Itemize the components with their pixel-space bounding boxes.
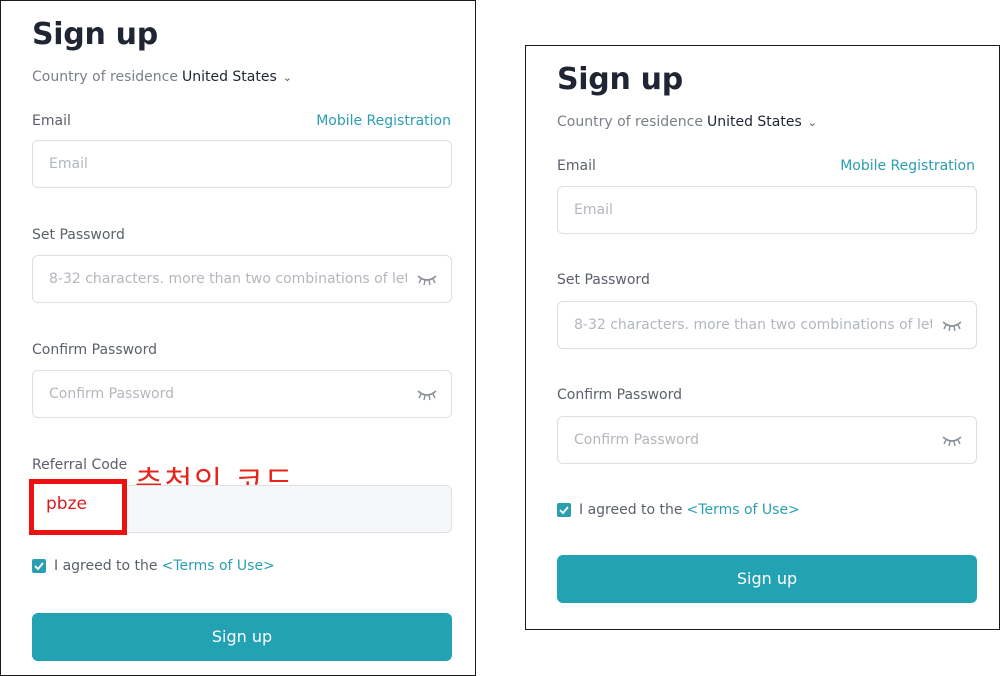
email-placeholder: Email — [49, 156, 88, 172]
email-input[interactable]: Email — [32, 140, 452, 188]
password-input[interactable]: 8-32 characters. more than two combinati… — [32, 255, 452, 303]
mobile-registration-link[interactable]: Mobile Registration — [316, 113, 451, 129]
confirm-password-placeholder: Confirm Password — [574, 432, 700, 448]
agree-row: I agreed to the <Terms of Use> — [32, 558, 275, 574]
eye-closed-icon[interactable] — [417, 274, 437, 286]
password-placeholder: 8-32 characters. more than two combinati… — [574, 317, 932, 333]
email-placeholder: Email — [574, 202, 613, 218]
page-title: Sign up — [557, 62, 683, 97]
sign-up-button[interactable]: Sign up — [557, 555, 977, 603]
signup-panel-left: Sign up Country of residence United State… — [0, 0, 476, 676]
password-label: Set Password — [32, 227, 125, 243]
password-placeholder: 8-32 characters. more than two combinati… — [49, 271, 407, 287]
email-label: Email — [32, 113, 71, 129]
eye-closed-icon[interactable] — [417, 389, 437, 401]
email-label: Email — [557, 158, 596, 174]
page-title: Sign up — [32, 17, 158, 52]
confirm-password-label: Confirm Password — [32, 342, 158, 358]
country-value: United States — [181, 69, 277, 85]
mobile-registration-link[interactable]: Mobile Registration — [840, 158, 975, 174]
terms-of-use-link[interactable]: <Terms of Use> — [687, 502, 800, 518]
agree-row: I agreed to the <Terms of Use> — [557, 502, 800, 518]
chevron-down-icon: ⌄ — [807, 116, 817, 129]
referral-code-value: pbze — [46, 494, 87, 514]
password-label: Set Password — [557, 272, 650, 288]
country-value: United States — [706, 114, 802, 130]
country-selector[interactable]: Country of residence United States ⌄ — [32, 69, 292, 85]
agree-text: I agreed to the — [579, 502, 683, 518]
password-input[interactable]: 8-32 characters. more than two combinati… — [557, 301, 977, 349]
country-label: Country of residence — [557, 114, 703, 130]
country-selector[interactable]: Country of residence United States ⌄ — [557, 114, 817, 130]
email-input[interactable]: Email — [557, 186, 977, 234]
referral-code-label: Referral Code — [32, 457, 128, 473]
agree-checkbox[interactable] — [557, 503, 571, 517]
terms-of-use-link[interactable]: <Terms of Use> — [162, 558, 275, 574]
eye-closed-icon[interactable] — [942, 435, 962, 447]
confirm-password-input[interactable]: Confirm Password — [557, 416, 977, 464]
sign-up-button[interactable]: Sign up — [32, 613, 452, 661]
checkmark-icon — [559, 506, 569, 515]
confirm-password-input[interactable]: Confirm Password — [32, 370, 452, 418]
agree-checkbox[interactable] — [32, 559, 46, 573]
chevron-down-icon: ⌄ — [282, 71, 292, 84]
confirm-password-label: Confirm Password — [557, 387, 683, 403]
signup-panel-right: Sign up Country of residence United State… — [525, 45, 1000, 630]
referral-code-highlight: pbze — [29, 479, 127, 535]
screenshot-stage: Sign up Country of residence United State… — [0, 0, 1000, 676]
eye-closed-icon[interactable] — [942, 320, 962, 332]
checkmark-icon — [34, 562, 44, 571]
country-label: Country of residence — [32, 69, 178, 85]
confirm-password-placeholder: Confirm Password — [49, 386, 175, 402]
agree-text: I agreed to the — [54, 558, 158, 574]
